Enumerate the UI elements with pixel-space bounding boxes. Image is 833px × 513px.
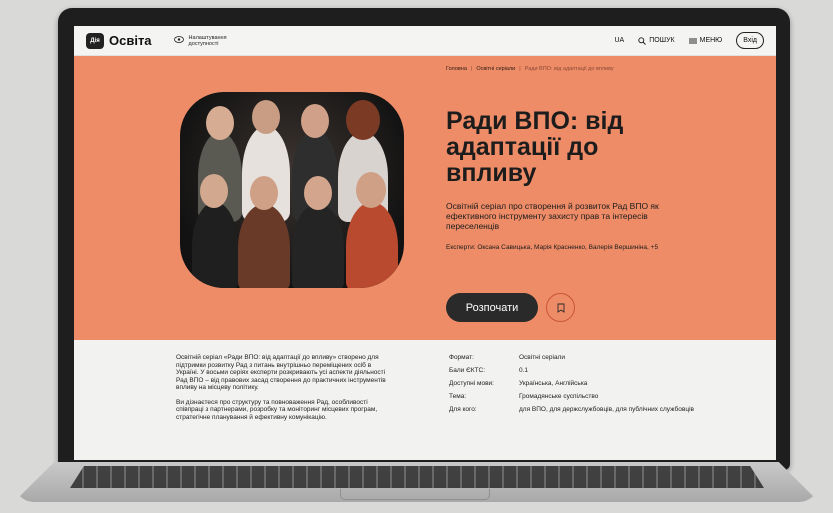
search-button[interactable]: ПОШУК <box>638 36 675 45</box>
meta-row: Бали ЄКТС: 0.1 <box>449 367 699 375</box>
description-paragraph: Освітній серіал «Ради ВПО: від адаптації… <box>176 354 386 391</box>
description-paragraph: Ви дізнаєтеся про структуру та повноваже… <box>176 398 378 421</box>
laptop-trackpad <box>340 489 490 500</box>
course-description: Освітній серіал «Ради ВПО: від адаптації… <box>176 354 386 428</box>
breadcrumb-current: Ради ВПО: від адаптації до впливу <box>524 66 614 72</box>
meta-row: Доступні мови: Українська, Англійська <box>449 380 699 388</box>
menu-button[interactable]: МЕНЮ <box>688 37 723 44</box>
breadcrumb-home[interactable]: Головна <box>446 66 467 72</box>
meta-key: Формат: <box>449 354 474 361</box>
laptop-keyboard <box>70 466 764 488</box>
meta-row: Для кого: для ВПО, для держслужбовців, дл… <box>449 406 699 414</box>
screen: Дія Освіта Налаштування доступності UA П… <box>74 26 776 460</box>
page-subtitle: Освітній серіал про створення й розвиток… <box>446 201 659 231</box>
accessibility-settings[interactable]: Налаштування доступності <box>173 34 243 47</box>
meta-key: Бали ЄКТС: <box>449 367 486 374</box>
bookmark-icon <box>557 303 564 313</box>
page-title: Ради ВПО: від адаптації до впливу <box>446 107 624 187</box>
meta-key: Тема: <box>449 393 467 400</box>
meta-row: Формат: Освітні серіали <box>449 354 699 362</box>
bookmark-button[interactable] <box>546 293 575 322</box>
breadcrumb: Головна | Освітні серіали | Ради ВПО: ві… <box>446 66 614 72</box>
breadcrumb-separator: | <box>470 66 473 72</box>
language-switch[interactable]: UA <box>614 37 624 44</box>
course-info: Освітній серіал «Ради ВПО: від адаптації… <box>74 340 776 460</box>
login-button[interactable]: Вхід <box>736 32 764 49</box>
meta-value: 0.1 <box>519 367 529 374</box>
accessibility-label: Налаштування доступності <box>188 34 227 47</box>
logo-badge[interactable]: Дія <box>86 32 104 49</box>
site-header: Дія Освіта Налаштування доступності UA П… <box>74 26 776 56</box>
meta-row: Тема: Громадянське суспільство <box>449 393 699 401</box>
menu-icon <box>688 38 697 43</box>
experts-list: Експерти: Оксана Савицька, Марія Краснен… <box>446 244 659 251</box>
experts-group-photo <box>180 92 404 288</box>
meta-key: Доступні мови: <box>449 380 494 387</box>
search-label: ПОШУК <box>649 37 675 44</box>
meta-value: Українська, Англійська <box>519 380 588 387</box>
search-icon <box>638 36 647 45</box>
eye-icon <box>173 36 184 45</box>
logo-text[interactable]: Освіта <box>109 33 152 48</box>
meta-value: для ВПО, для держслужбовців, для публічн… <box>519 406 694 413</box>
breadcrumb-series[interactable]: Освітні серіали <box>476 66 515 72</box>
course-meta: Формат: Освітні серіали Бали ЄКТС: 0.1 Дос… <box>449 354 699 419</box>
menu-label: МЕНЮ <box>699 37 723 44</box>
hero-section: Головна | Освітні серіали | Ради ВПО: ві… <box>74 56 776 340</box>
meta-value: Громадянське суспільство <box>519 393 599 400</box>
meta-value: Освітні серіали <box>519 354 565 361</box>
header-actions: UA ПОШУК МЕНЮ Вхід <box>614 32 764 49</box>
start-button[interactable]: Розпочати <box>446 293 538 322</box>
breadcrumb-separator: | <box>519 66 521 72</box>
meta-key: Для кого: <box>449 406 477 413</box>
